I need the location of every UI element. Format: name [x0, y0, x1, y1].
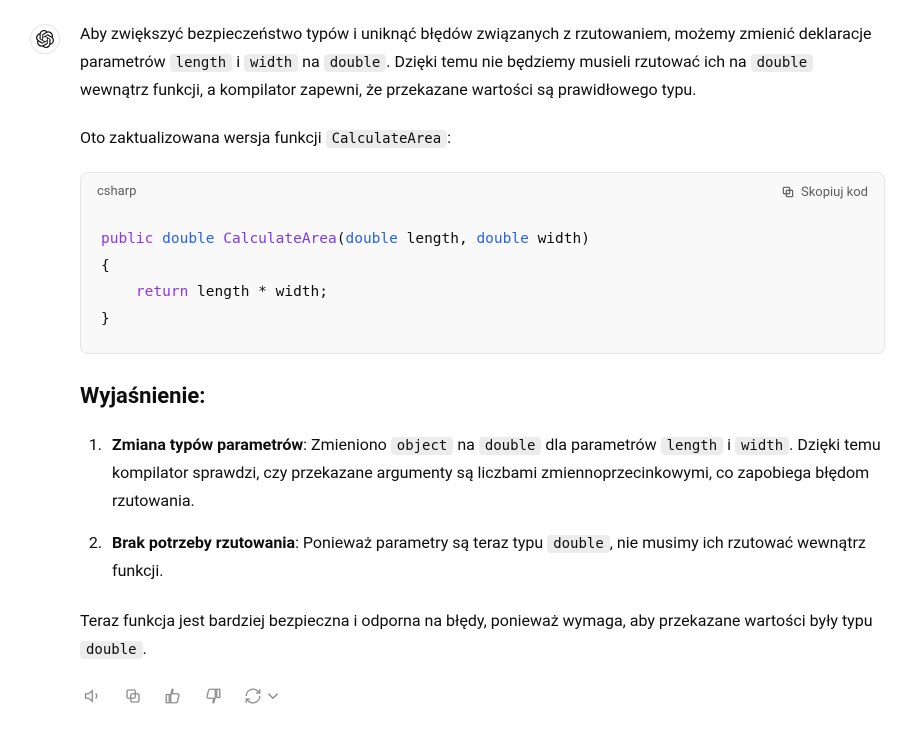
assistant-message: Aby zwiększyć bezpieczeństwo typów i uni… — [30, 20, 885, 709]
intro-paragraph-1: Aby zwiększyć bezpieczeństwo typów i uni… — [80, 20, 885, 104]
thumbs-down-icon — [204, 687, 222, 705]
text: Teraz funkcja jest bardziej bezpieczna i… — [80, 611, 873, 630]
message-actions — [80, 683, 885, 709]
regenerate-button[interactable] — [240, 683, 286, 709]
list-item-title: Zmiana typów parametrów — [112, 435, 303, 454]
list-item: Brak potrzeby rzutowania: Ponieważ param… — [106, 529, 885, 585]
intro-paragraph-2: Oto zaktualizowana wersja funkcji Calcul… — [80, 124, 885, 152]
text: wewnątrz funkcji, a kompilator zapewni, … — [80, 80, 696, 99]
closing-paragraph: Teraz funkcja jest bardziej bezpieczna i… — [80, 607, 885, 663]
code-content: public double CalculateArea(double lengt… — [81, 212, 884, 353]
list-item: Zmiana typów parametrów: Zmieniono objec… — [106, 431, 885, 515]
text: . Dzięki temu nie będziemy musieli rzuto… — [386, 52, 750, 71]
text: : — [447, 128, 451, 147]
chevron-down-icon — [264, 687, 282, 705]
text: . — [143, 639, 147, 658]
text: na — [453, 435, 478, 454]
copy-icon — [781, 185, 795, 199]
speaker-icon — [84, 687, 102, 705]
assistant-avatar — [30, 24, 60, 54]
openai-logo-icon — [36, 30, 54, 48]
list-item-title: Brak potrzeby rzutowania — [112, 533, 295, 552]
thumbs-up-button[interactable] — [160, 683, 186, 709]
text: i — [232, 52, 244, 71]
refresh-icon — [244, 687, 262, 705]
explanation-heading: Wyjaśnienie: — [80, 378, 885, 417]
copy-label: Skopiuj kod — [801, 185, 868, 200]
code-length: length — [170, 54, 233, 72]
code-double: double — [751, 54, 814, 72]
message-content: Aby zwiększyć bezpieczeństwo typów i uni… — [80, 20, 885, 709]
copy-code-button[interactable]: Skopiuj kod — [781, 185, 868, 200]
code-calculatearea: CalculateArea — [326, 130, 448, 148]
copy-message-button[interactable] — [120, 683, 146, 709]
code-object: object — [391, 437, 454, 455]
text: dla parametrów — [541, 435, 660, 454]
text: : Ponieważ parametry są teraz typu — [295, 533, 547, 552]
code-block-header: csharp Skopiuj kod — [81, 173, 884, 212]
read-aloud-button[interactable] — [80, 683, 106, 709]
code-length: length — [661, 437, 724, 455]
code-language-label: csharp — [97, 181, 136, 204]
code-double: double — [324, 54, 387, 72]
code-double: double — [80, 641, 143, 659]
text: Oto zaktualizowana wersja funkcji — [80, 128, 326, 147]
thumbs-up-icon — [164, 687, 182, 705]
explanation-list: Zmiana typów parametrów: Zmieniono objec… — [80, 431, 885, 585]
text: na — [298, 52, 323, 71]
copy-icon — [124, 687, 142, 705]
text: i — [723, 435, 735, 454]
thumbs-down-button[interactable] — [200, 683, 226, 709]
code-block: csharp Skopiuj kod public double Calcula… — [80, 172, 885, 354]
code-double: double — [547, 535, 610, 553]
code-width: width — [244, 54, 298, 72]
code-width: width — [735, 437, 789, 455]
code-double: double — [479, 437, 542, 455]
text: : Zmieniono — [303, 435, 391, 454]
